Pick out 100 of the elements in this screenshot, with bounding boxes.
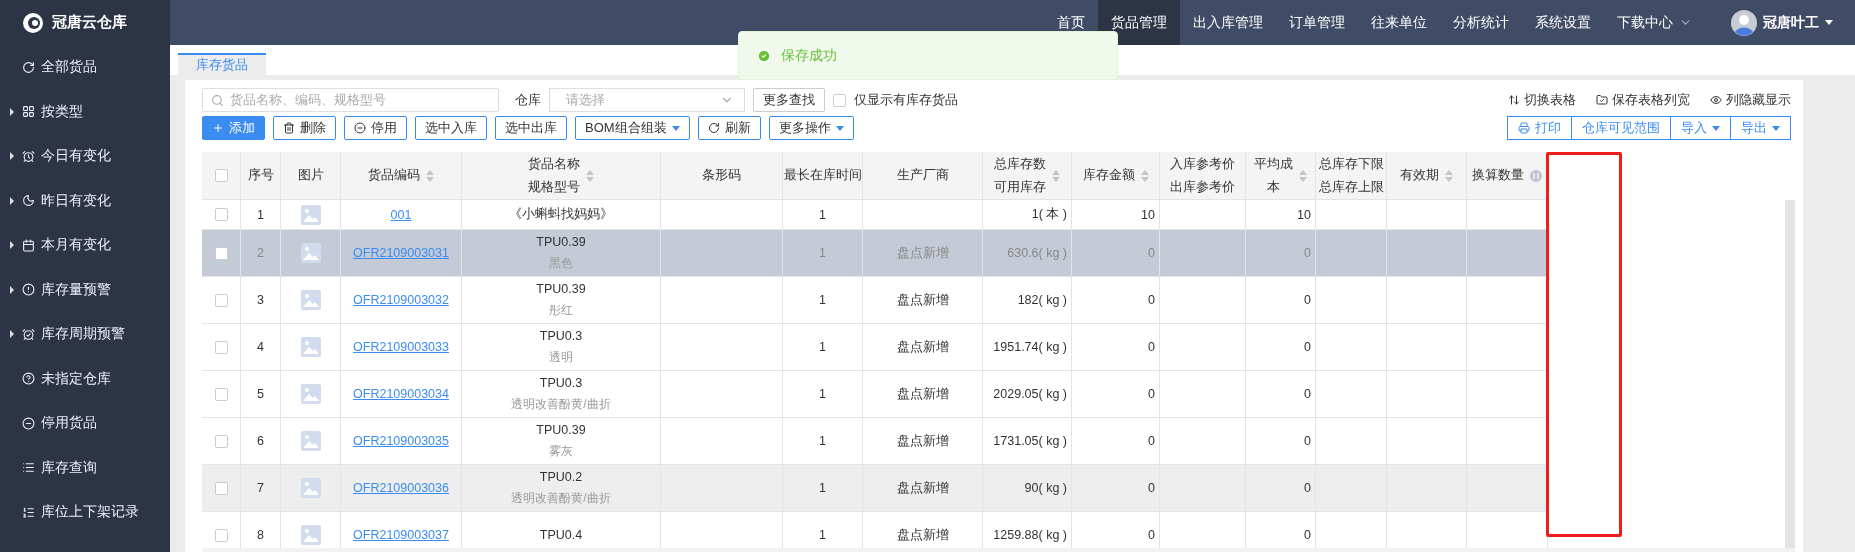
sidebar-item[interactable]: 按类型 bbox=[0, 89, 170, 134]
action-icon bbox=[354, 122, 366, 134]
sort-icon[interactable] bbox=[426, 169, 434, 182]
sidebar-item[interactable]: 今日有变化 bbox=[0, 134, 170, 179]
table-row[interactable]: 4 OFR2109003033 TPU0.3 透明 1 盘点新增 1951.74( kg ) 0 0 bbox=[202, 324, 1548, 371]
more-search-button[interactable]: 更多查找 bbox=[753, 88, 825, 112]
action-button[interactable]: 删除 bbox=[273, 116, 336, 140]
row-checkbox[interactable] bbox=[214, 528, 228, 542]
toolbar-button[interactable]: 打印 bbox=[1507, 116, 1572, 140]
sidebar-item-icon bbox=[22, 505, 35, 519]
header-text: 有效期 bbox=[1400, 167, 1439, 184]
product-name: TPU0.4 bbox=[539, 528, 583, 542]
product-name: TPU0.3 bbox=[539, 328, 583, 343]
toolbar-button[interactable]: 仓库可见范围 bbox=[1571, 116, 1671, 140]
view-action-link[interactable]: 列隐藏显示 bbox=[1710, 91, 1791, 109]
view-action-link[interactable]: 保存表格列宽 bbox=[1596, 91, 1690, 109]
table-row[interactable]: 7 OFR2109003036 TPU0.2 透明改善酚黄/曲折 1 盘点新增 90( kg ) 0 0 bbox=[202, 465, 1548, 512]
action-button[interactable]: 更多操作 bbox=[768, 116, 854, 140]
sidebar-item-icon bbox=[22, 461, 35, 475]
code-link[interactable]: OFR2109003034 bbox=[353, 387, 449, 401]
header-text: 图片 bbox=[297, 167, 324, 184]
header-text: 出库参考价 bbox=[1170, 178, 1235, 196]
success-icon bbox=[757, 48, 771, 63]
product-name: TPU0.39 bbox=[536, 422, 586, 437]
select-all-checkbox[interactable] bbox=[214, 169, 228, 182]
table-row[interactable]: 3 OFR2109003032 TPU0.39 彤红 1 盘点新增 182( kg ) 0 0 bbox=[202, 277, 1548, 324]
action-button[interactable]: BOM组合组装 bbox=[575, 116, 690, 140]
row-checkbox[interactable] bbox=[214, 481, 228, 495]
action-button[interactable]: 选中出库 bbox=[495, 116, 567, 140]
user-name[interactable]: 冠唐叶工 bbox=[1763, 13, 1819, 32]
scrollbar[interactable] bbox=[1785, 200, 1795, 548]
row-checkbox[interactable] bbox=[214, 387, 228, 401]
toolbar-button[interactable]: 导入 bbox=[1670, 116, 1731, 140]
image-placeholder-icon bbox=[300, 290, 321, 310]
nav-item[interactable]: 订单管理 bbox=[1276, 0, 1358, 45]
table-row[interactable]: 1 001 《小蝌蚪找妈妈》 1 1( 本 ) 10 10 bbox=[202, 200, 1548, 230]
product-name: TPU0.39 bbox=[536, 281, 586, 296]
image-placeholder-icon bbox=[300, 431, 321, 451]
sidebar-item-icon bbox=[22, 149, 35, 163]
sidebar-item[interactable]: 库存周期预警 bbox=[0, 312, 170, 357]
sidebar-item[interactable]: 库位上下架记录 bbox=[0, 490, 170, 535]
row-checkbox[interactable] bbox=[214, 434, 228, 448]
nav-item[interactable]: 往来单位 bbox=[1358, 0, 1440, 45]
sidebar-item[interactable]: 本月有变化 bbox=[0, 223, 170, 268]
image-placeholder-icon bbox=[300, 384, 321, 404]
code-link[interactable]: OFR2109003033 bbox=[353, 340, 449, 354]
row-checkbox[interactable] bbox=[214, 246, 228, 260]
header-text: 库存金额 bbox=[1082, 167, 1135, 184]
sidebar-item-icon bbox=[22, 327, 35, 341]
sidebar-item[interactable]: 库存查询 bbox=[0, 445, 170, 490]
nav-item[interactable]: 分析统计 bbox=[1440, 0, 1522, 45]
code-link[interactable]: 001 bbox=[390, 207, 412, 222]
product-spec: 透明 bbox=[549, 348, 573, 366]
in-stock-label: 仅显示有库存货品 bbox=[854, 91, 958, 109]
sidebar-item[interactable]: 未指定仓库 bbox=[0, 356, 170, 401]
nav-item[interactable]: 系统设置 bbox=[1522, 0, 1604, 45]
table-row[interactable]: 5 OFR2109003034 TPU0.3 透明改善酚黄/曲折 1 盘点新增 2029.05( kg ) 0 0 bbox=[202, 371, 1548, 418]
action-button[interactable]: 停用 bbox=[344, 116, 407, 140]
view-action-icon bbox=[1596, 94, 1608, 106]
header-text: 总库存数 bbox=[994, 155, 1046, 173]
table-row[interactable]: 6 OFR2109003035 TPU0.39 雾灰 1 盘点新增 1731.05( kg ) 0 0 bbox=[202, 418, 1548, 465]
action-button[interactable]: 选中入库 bbox=[415, 116, 487, 140]
product-spec: 彤红 bbox=[549, 301, 573, 319]
row-checkbox[interactable] bbox=[214, 208, 228, 221]
in-stock-checkbox[interactable] bbox=[833, 93, 846, 107]
sort-icon[interactable] bbox=[586, 169, 594, 182]
sort-icon[interactable] bbox=[1299, 169, 1307, 182]
code-link[interactable]: OFR2109003035 bbox=[353, 434, 449, 448]
action-button[interactable]: 刷新 bbox=[697, 116, 761, 140]
caret-icon bbox=[1712, 125, 1720, 131]
header-text: 序号 bbox=[247, 167, 274, 184]
row-checkbox[interactable] bbox=[214, 293, 228, 307]
brand-name: 冠唐云仓库 bbox=[52, 13, 127, 32]
nav-item[interactable]: 出入库管理 bbox=[1180, 0, 1276, 45]
sort-icon[interactable] bbox=[1052, 169, 1060, 182]
header-text: 入库参考价 bbox=[1170, 155, 1235, 173]
toolbar-button[interactable]: 导出 bbox=[1730, 116, 1791, 140]
nav-item[interactable]: 下载中心 bbox=[1604, 0, 1705, 45]
sidebar-item-icon bbox=[22, 60, 35, 74]
sidebar-item[interactable]: 库存量预警 bbox=[0, 267, 170, 312]
action-icon bbox=[283, 122, 295, 134]
sort-icon[interactable] bbox=[1445, 169, 1453, 182]
toast-message: 保存成功 bbox=[781, 46, 837, 65]
image-placeholder-icon bbox=[300, 204, 321, 225]
nav-item[interactable]: 货品管理 bbox=[1098, 0, 1180, 45]
sidebar-item[interactable]: 昨日有变化 bbox=[0, 178, 170, 223]
sort-icon[interactable] bbox=[1140, 169, 1149, 182]
code-link[interactable]: OFR2109003032 bbox=[353, 293, 449, 307]
code-link[interactable]: OFR2109003037 bbox=[353, 528, 449, 542]
row-checkbox[interactable] bbox=[214, 340, 228, 354]
view-action-link[interactable]: 切换表格 bbox=[1508, 91, 1576, 109]
sidebar-item[interactable]: 全部货品 bbox=[0, 45, 170, 90]
view-action-icon bbox=[1508, 94, 1520, 106]
product-name: TPU0.2 bbox=[539, 469, 583, 484]
warehouse-label: 仓库 bbox=[515, 91, 541, 109]
header-text: 换算数量 bbox=[1472, 167, 1524, 184]
header-text: 平均成 bbox=[1254, 155, 1293, 173]
image-placeholder-icon bbox=[300, 525, 321, 545]
header-text: 货品编码 bbox=[368, 167, 420, 184]
sidebar-item[interactable]: 停用货品 bbox=[0, 401, 170, 446]
